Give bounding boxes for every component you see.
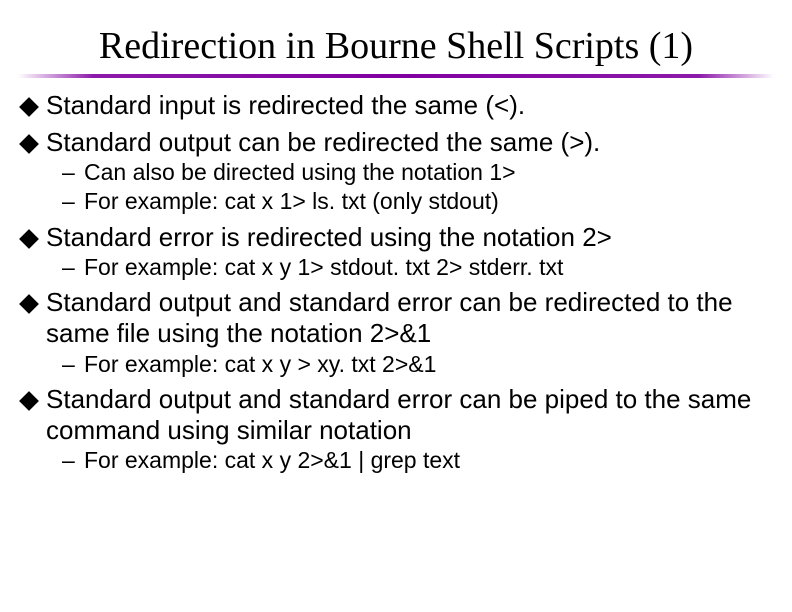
sub-item: – For example: cat x y 1> stdout. txt 2>… <box>62 254 774 281</box>
dash-icon: – <box>62 188 80 215</box>
bullet-item: Standard input is redirected the same (<… <box>18 90 774 121</box>
sub-item: – For example: cat x y > xy. txt 2>&1 <box>62 351 774 378</box>
bullet-text: Standard input is redirected the same (<… <box>46 90 774 121</box>
slide-content: Standard input is redirected the same (<… <box>18 90 774 474</box>
sub-text: Can also be directed using the notation … <box>84 159 774 186</box>
sub-text: For example: cat x y 1> stdout. txt 2> s… <box>84 254 774 281</box>
diamond-icon <box>19 391 39 411</box>
title-divider <box>18 74 774 78</box>
bullet-item: Standard error is redirected using the n… <box>18 222 774 253</box>
sub-text: For example: cat x 1> ls. txt (only stdo… <box>84 188 774 215</box>
bullet-text: Standard output can be redirected the sa… <box>46 127 774 158</box>
bullet-text: Standard output and standard error can b… <box>46 287 774 348</box>
bullet-item: Standard output and standard error can b… <box>18 384 774 445</box>
diamond-icon <box>19 294 39 314</box>
bullet-item: Standard output and standard error can b… <box>18 287 774 348</box>
dash-icon: – <box>62 351 80 378</box>
sub-item: – For example: cat x 1> ls. txt (only st… <box>62 188 774 215</box>
dash-icon: – <box>62 254 80 281</box>
diamond-icon <box>19 229 39 249</box>
bullet-item: Standard output can be redirected the sa… <box>18 127 774 158</box>
dash-icon: – <box>62 159 80 186</box>
sub-text: For example: cat x y > xy. txt 2>&1 <box>84 351 774 378</box>
sub-item: – Can also be directed using the notatio… <box>62 159 774 186</box>
bullet-text: Standard error is redirected using the n… <box>46 222 774 253</box>
bullet-text: Standard output and standard error can b… <box>46 384 774 445</box>
slide-title: Redirection in Bourne Shell Scripts (1) <box>18 24 774 68</box>
sub-item: – For example: cat x y 2>&1 | grep text <box>62 447 774 474</box>
diamond-icon <box>19 97 39 117</box>
diamond-icon <box>19 134 39 154</box>
sub-text: For example: cat x y 2>&1 | grep text <box>84 447 774 474</box>
dash-icon: – <box>62 447 80 474</box>
